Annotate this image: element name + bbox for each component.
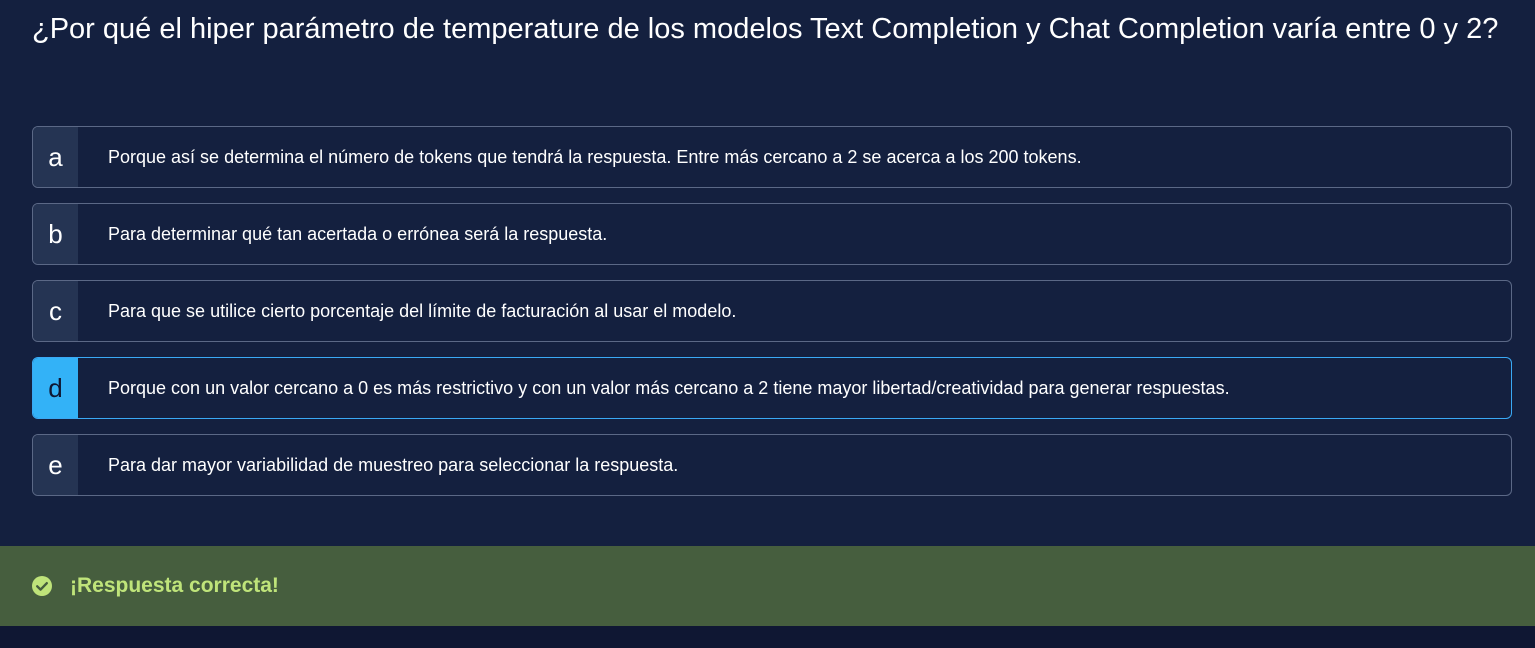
check-circle-icon [32,576,52,596]
option-text-e: Para dar mayor variabilidad de muestreo … [108,455,679,475]
option-text-a: Porque así se determina el número de tok… [108,147,1082,167]
feedback-banner: ¡Respuesta correcta! [0,546,1535,626]
question-title: ¿Por qué el hiper parámetro de temperatu… [32,13,1499,45]
feedback-message: ¡Respuesta correcta! [70,574,279,597]
option-a[interactable]: a Porque así se determina el número de t… [32,126,1512,188]
option-text-d: Porque con un valor cercano a 0 es más r… [108,378,1230,398]
answer-options: a Porque así se determina el número de t… [32,126,1512,511]
option-d[interactable]: d Porque con un valor cercano a 0 es más… [32,357,1512,419]
option-c[interactable]: c Para que se utilice cierto porcentaje … [32,280,1512,342]
option-letter-e: e [33,435,78,495]
option-letter-a: a [33,127,78,187]
option-text-b: Para determinar qué tan acertada o errón… [108,224,608,244]
option-e[interactable]: e Para dar mayor variabilidad de muestre… [32,434,1512,496]
option-letter-c: c [33,281,78,341]
option-text-c: Para que se utilice cierto porcentaje de… [108,301,737,321]
option-letter-d: d [33,358,78,418]
option-b[interactable]: b Para determinar qué tan acertada o err… [32,203,1512,265]
quiz-container: ¿Por qué el hiper parámetro de temperatu… [0,0,1535,546]
quiz-page: ¿Por qué el hiper parámetro de temperatu… [0,0,1535,648]
option-letter-b: b [33,204,78,264]
